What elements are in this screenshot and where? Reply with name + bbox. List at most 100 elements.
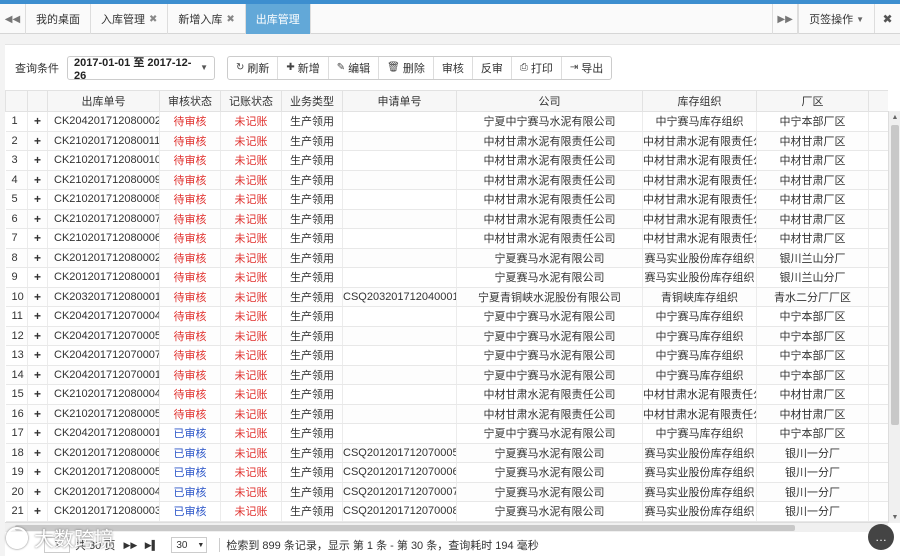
expand-plus-icon[interactable]: +: [27, 248, 48, 268]
cell-audit-status: 待审核: [159, 228, 221, 249]
cell-plant: 中材甘肃厂区: [756, 404, 869, 424]
column-header[interactable]: 记账状态: [220, 90, 282, 112]
table-row[interactable]: 16 + CK210201712080005 待审核 未记账 生产领用 中材甘肃水泥有限责任…: [5, 404, 888, 424]
next-page-button[interactable]: ▶▶: [121, 537, 139, 553]
column-header[interactable]: [5, 90, 28, 112]
cell-code: CK201201712080006: [47, 443, 160, 463]
cell-plant: 中材甘肃厂区: [756, 209, 869, 229]
page-size-select[interactable]: 30 ▼: [171, 537, 208, 553]
table-row[interactable]: 15 + CK210201712080004 待审核 未记账 生产领用 中材甘肃水泥有限责任…: [5, 384, 888, 405]
expand-plus-icon[interactable]: +: [27, 189, 48, 210]
tab-2[interactable]: 新增入库 ✖: [168, 4, 246, 34]
row-number: 4: [5, 170, 28, 190]
cell-biz-type: 生产领用: [281, 404, 343, 424]
expand-plus-icon[interactable]: +: [27, 287, 48, 307]
tab-1[interactable]: 入库管理 ✖: [91, 4, 169, 34]
cell-request-no: CSQ201201712070008: [342, 501, 457, 522]
column-header[interactable]: [868, 90, 888, 112]
expand-plus-icon[interactable]: +: [27, 170, 48, 190]
table-row[interactable]: 1 + CK204201712080002 待审核 未记账 生产领用 宁夏中宁赛马水泥有限公…: [5, 111, 888, 132]
toolbar-button-7[interactable]: ⇥ 导出: [562, 57, 611, 79]
table-row[interactable]: 3 + CK210201712080010 待审核 未记账 生产领用 中材甘肃水泥有限责任公…: [5, 150, 888, 171]
date-range-select[interactable]: 2017-01-01 至 2017-12-26 ▼: [67, 55, 215, 82]
cell-biz-type: 生产领用: [281, 462, 343, 483]
scroll-up-icon[interactable]: ▲: [889, 111, 900, 123]
table-row[interactable]: 17 + CK204201712080001 已审核 未记账 生产领用 宁夏中宁赛马水泥有限…: [5, 423, 888, 444]
table-row[interactable]: 6 + CK210201712080007 待审核 未记账 生产领用 中材甘肃水泥有限责任公…: [5, 209, 888, 229]
column-header[interactable]: 公司: [456, 90, 643, 112]
cell-extra: ZNA: [868, 423, 888, 444]
tab-3[interactable]: 出库管理: [245, 4, 311, 34]
expand-plus-icon[interactable]: +: [27, 131, 48, 151]
vertical-scrollbar[interactable]: ▲ ▼: [888, 111, 900, 523]
toolbar-button-5[interactable]: 反审: [473, 56, 512, 79]
expand-plus-icon[interactable]: +: [27, 345, 48, 366]
chat-bubble-icon[interactable]: …: [868, 524, 894, 550]
expand-plus-icon[interactable]: +: [27, 404, 48, 424]
cell-request-no: [342, 228, 457, 249]
expand-plus-icon[interactable]: +: [27, 326, 48, 346]
toolbar-button-6[interactable]: ⎙ 打印: [512, 56, 562, 79]
table-row[interactable]: 21 + CK201201712080003 已审核 未记账 生产领用 CSQ2012017…: [5, 501, 888, 522]
vertical-scroll-thumb[interactable]: [891, 125, 899, 425]
expand-plus-icon[interactable]: +: [27, 482, 48, 502]
expand-plus-icon[interactable]: +: [27, 111, 48, 132]
table-row[interactable]: 19 + CK201201712080005 已审核 未记账 生产领用 CSQ2012017…: [5, 462, 888, 483]
column-header[interactable]: 审核状态: [159, 90, 221, 112]
expand-plus-icon[interactable]: +: [27, 365, 48, 385]
table-row[interactable]: 4 + CK210201712080009 待审核 未记账 生产领用 中材甘肃水泥有限责任公…: [5, 170, 888, 190]
expand-plus-icon[interactable]: +: [27, 462, 48, 483]
tab-scroll-left-button[interactable]: ◀◀: [0, 4, 26, 34]
cell-extra: ZNA: [868, 365, 888, 385]
toolbar-button-3[interactable]: 🗑 删除: [379, 56, 434, 79]
expand-plus-icon[interactable]: +: [27, 384, 48, 405]
tab-close-icon[interactable]: ✖: [149, 14, 157, 25]
column-header[interactable]: 厂区: [756, 90, 869, 112]
tab-0[interactable]: 我的桌面: [26, 4, 91, 34]
expand-plus-icon[interactable]: +: [27, 209, 48, 229]
expand-plus-icon[interactable]: +: [27, 443, 48, 463]
table-row[interactable]: 10 + CK203201712080001 待审核 未记账 生产领用 CSQ2032017…: [5, 287, 888, 307]
table-row[interactable]: 11 + CK204201712070004 待审核 未记账 生产领用 宁夏中宁赛马水泥有限…: [5, 306, 888, 327]
table-row[interactable]: 12 + CK204201712070005 待审核 未记账 生产领用 宁夏中宁赛马水泥有限…: [5, 326, 888, 346]
data-grid: 出库单号 审核状态 记账状态 业务类型 申请单号 公司 库存组织 厂区 1 + CK2042017…: [5, 90, 888, 522]
horizontal-scroll-thumb[interactable]: [15, 525, 795, 531]
table-row[interactable]: 7 + CK210201712080006 待审核 未记账 生产领用 中材甘肃水泥有限责任公…: [5, 228, 888, 249]
tab-close-icon[interactable]: ✖: [226, 14, 234, 25]
horizontal-scrollbar[interactable]: [5, 522, 888, 532]
cell-company: 中材甘肃水泥有限责任公司: [456, 384, 643, 405]
column-header[interactable]: 申请单号: [342, 90, 457, 112]
expand-plus-icon[interactable]: +: [27, 150, 48, 171]
column-header[interactable]: [27, 90, 48, 112]
toolbar-button-4[interactable]: 审核: [434, 56, 473, 79]
table-row[interactable]: 9 + CK201201712080001 待审核 未记账 生产领用 宁夏赛马水泥有限公司赛…: [5, 267, 888, 288]
close-all-tabs-button[interactable]: ✖: [874, 4, 900, 33]
toolbar-button-0[interactable]: ↻ 刷新: [228, 56, 279, 79]
page-ops-dropdown[interactable]: 页签操作 ▼: [798, 4, 874, 34]
table-row[interactable]: 14 + CK204201712070001 待审核 未记账 生产领用 宁夏中宁赛马水泥有限…: [5, 365, 888, 385]
expand-plus-icon[interactable]: +: [27, 306, 48, 327]
scroll-down-icon[interactable]: ▼: [889, 511, 900, 523]
table-row[interactable]: 13 + CK204201712070007 待审核 未记账 生产领用 宁夏中宁赛马水泥有限…: [5, 345, 888, 366]
toolbar-button-1[interactable]: ✚ 新增: [278, 56, 329, 79]
toolbar-button-2[interactable]: ✎ 编辑: [329, 56, 380, 79]
table-row[interactable]: 20 + CK201201712080004 已审核 未记账 生产领用 CSQ2012017…: [5, 482, 888, 502]
column-header[interactable]: 业务类型: [281, 90, 343, 112]
expand-plus-icon[interactable]: +: [27, 501, 48, 522]
last-page-button[interactable]: ▶▌: [142, 537, 160, 553]
cell-biz-type: 生产领用: [281, 306, 343, 327]
cell-plant: 青水二分厂厂区: [756, 287, 869, 307]
column-header[interactable]: 库存组织: [642, 90, 757, 112]
tab-scroll-right-button[interactable]: ▶▶: [772, 4, 799, 34]
tab-label: 出库管理: [255, 14, 300, 26]
table-row[interactable]: 8 + CK201201712080002 待审核 未记账 生产领用 宁夏赛马水泥有限公司赛…: [5, 248, 888, 268]
column-header[interactable]: 出库单号: [47, 90, 160, 112]
table-row[interactable]: 2 + CK210201712080011 待审核 未记账 生产领用 中材甘肃水泥有限责任公…: [5, 131, 888, 151]
row-number: 10: [5, 287, 28, 307]
expand-plus-icon[interactable]: +: [27, 267, 48, 288]
expand-plus-icon[interactable]: +: [27, 228, 48, 249]
expand-plus-icon[interactable]: +: [27, 423, 48, 444]
button-label: 导出: [581, 62, 604, 75]
table-row[interactable]: 5 + CK210201712080008 待审核 未记账 生产领用 中材甘肃水泥有限责任公…: [5, 189, 888, 210]
table-row[interactable]: 18 + CK201201712080006 已审核 未记账 生产领用 CSQ2012017…: [5, 443, 888, 463]
